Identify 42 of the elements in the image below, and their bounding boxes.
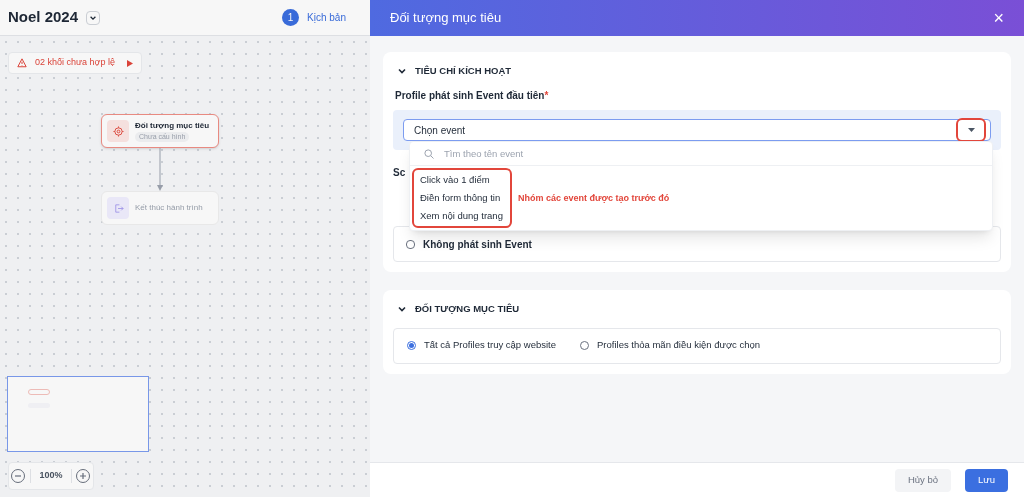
warning-text: 02 khối chưa hợp lệ [35, 56, 115, 70]
caret-down-icon [967, 128, 975, 133]
step-number: 1 [282, 9, 300, 26]
checkbox-label: Không phát sinh Event [423, 237, 532, 252]
dropdown-option[interactable]: Click vào 1 điểm [414, 171, 510, 190]
section-title: TIÊU CHÍ KÍCH HOẠT [415, 64, 512, 78]
flow-node[interactable]: Kết thúc hành trình [101, 191, 219, 225]
save-button[interactable]: Lưu [965, 468, 1008, 492]
node-title: Đối tượng mục tiêu [135, 119, 210, 132]
search-field[interactable]: Tìm theo tên event [444, 146, 978, 161]
exit-icon [112, 202, 124, 214]
checkbox[interactable] [406, 239, 415, 249]
radio-label: Tất cả Profiles truy cập website [424, 338, 556, 353]
cancel-button[interactable]: Hủy bỏ [894, 468, 952, 492]
step-label: Kịch bản [307, 11, 346, 25]
event-select[interactable]: Chọn event [403, 119, 991, 142]
minimap[interactable] [7, 376, 149, 452]
section-title: ĐỐI TƯỢNG MỤC TIÊU [415, 302, 520, 317]
annotation-text: Nhóm các event được tạo trước đó [518, 191, 670, 205]
close-button[interactable]: × [993, 9, 1004, 27]
plus-icon [80, 473, 87, 479]
select-value: Chọn event [414, 123, 466, 138]
node-title: Kết thúc hành trình [135, 202, 203, 214]
dropdown-option[interactable]: Điền form thông tin [414, 189, 510, 208]
connector-arrow [156, 148, 164, 191]
search-icon [424, 148, 434, 159]
required-mark: * [544, 90, 549, 102]
play-icon [127, 59, 133, 67]
warning-icon [17, 58, 27, 68]
radio-label: Profiles thỏa mãn điều kiện được chọn [597, 338, 761, 353]
target-icon [112, 125, 124, 137]
dropdown-option[interactable]: Xem nội dung trang [414, 207, 510, 226]
minus-icon [15, 475, 22, 477]
radio-button[interactable] [407, 341, 416, 350]
step-tab[interactable]: 1 Kịch bản [282, 9, 346, 26]
project-dropdown-button[interactable] [86, 10, 101, 25]
field-label: Sc [393, 167, 406, 179]
project-title: Noel 2024 [8, 7, 79, 28]
zoom-level: 100% [30, 469, 72, 483]
drawer-title: Đối tượng mục tiêu [390, 9, 502, 28]
field-label: Profile phát sinh Event đầu tiên [395, 90, 545, 102]
warning-banner[interactable]: 02 khối chưa hợp lệ [8, 52, 142, 74]
